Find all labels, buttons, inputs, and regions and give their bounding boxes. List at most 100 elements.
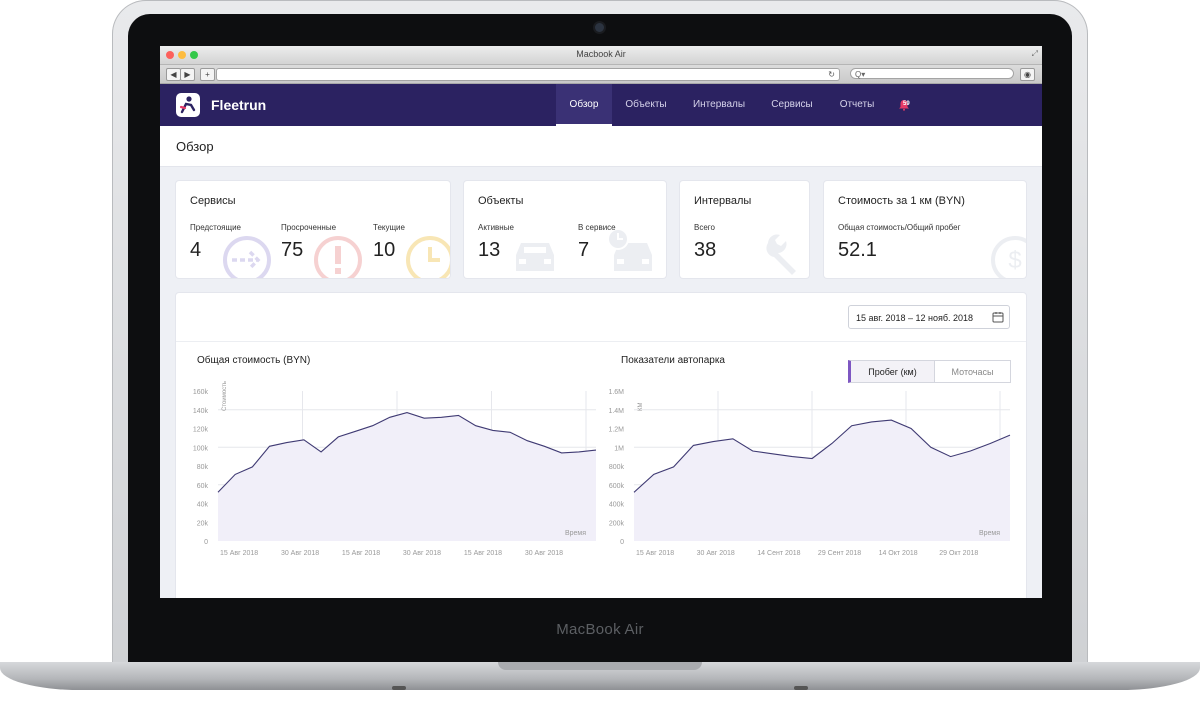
app-name[interactable]: Fleetrun bbox=[211, 97, 266, 113]
page-header: Обзор bbox=[160, 126, 1042, 167]
screen: Macbook Air ⤢ ◀ ▶ + ↻ Q▾ ◉ Fleetrun Обзо… bbox=[160, 46, 1042, 598]
nav-services[interactable]: Сервисы bbox=[764, 84, 820, 126]
laptop-foot bbox=[392, 686, 406, 690]
fleet-metrics-chart: 0 200k 400k 600k 800k 1M 1.2M 1.4M 1.6M КМ Время 15… bbox=[608, 389, 1011, 557]
total-intervals-label: Всего bbox=[694, 223, 715, 232]
upcoming-count[interactable]: 4 bbox=[190, 239, 201, 262]
x-tick-label: 15 Авг 2018 bbox=[636, 550, 674, 557]
in-service-count[interactable]: 7 bbox=[578, 239, 589, 262]
y-tick-label: 40k bbox=[197, 502, 209, 509]
y-tick-label: 1.6M bbox=[608, 389, 624, 396]
nav-overview[interactable]: Обзор bbox=[556, 84, 612, 126]
current-count[interactable]: 10 bbox=[373, 239, 395, 262]
fleetrun-logo-icon[interactable] bbox=[176, 93, 200, 117]
app-header: Fleetrun Обзор Объекты Интервалы Сервисы… bbox=[160, 84, 1042, 126]
total-intervals-count[interactable]: 38 bbox=[694, 239, 716, 262]
x-tick-label: 30 Авг 2018 bbox=[281, 550, 319, 557]
y-tick-label: 60k bbox=[197, 483, 209, 490]
new-tab-button[interactable]: + bbox=[200, 68, 215, 81]
x-tick-label: 29 Окт 2018 bbox=[939, 550, 978, 557]
date-range-picker[interactable]: 15 авг. 2018 – 12 нояб. 2018 bbox=[848, 305, 1010, 329]
chart-title-total-cost: Общая стоимость (BYN) bbox=[197, 355, 311, 366]
series-area bbox=[634, 420, 1010, 541]
dollar-circle-icon: $ bbox=[991, 236, 1026, 278]
card-title: Стоимость за 1 км (BYN) bbox=[838, 195, 965, 207]
x-axis-label: Время bbox=[565, 530, 586, 537]
y-tick-label: 160k bbox=[193, 389, 209, 396]
browser-toolbar: ◀ ▶ + ↻ Q▾ ◉ bbox=[160, 65, 1042, 84]
y-axis-label: КМ bbox=[638, 403, 644, 412]
series-area bbox=[218, 412, 596, 541]
x-tick-label: 14 Окт 2018 bbox=[879, 550, 918, 557]
alert-circle-icon bbox=[314, 236, 362, 278]
chart-title-fleet-metrics: Показатели автопарка bbox=[621, 355, 725, 366]
x-tick-label: 15 Авг 2018 bbox=[220, 550, 258, 557]
reload-icon[interactable]: ↻ bbox=[828, 69, 835, 80]
objects-summary-card[interactable]: Объекты Активные 13 В сервисе 7 bbox=[464, 181, 666, 278]
intervals-summary-card[interactable]: Интервалы Всего 38 bbox=[680, 181, 809, 278]
search-field[interactable]: Q▾ bbox=[850, 68, 1014, 79]
toggle-mileage[interactable]: Пробег (км) bbox=[848, 360, 935, 383]
downloads-button[interactable]: ◉ bbox=[1020, 68, 1035, 81]
in-service-label: В сервисе bbox=[578, 223, 616, 232]
laptop-foot bbox=[794, 686, 808, 690]
cost-per-km-value[interactable]: 52.1 bbox=[838, 239, 877, 262]
card-title: Объекты bbox=[478, 195, 524, 207]
clock-icon bbox=[406, 236, 450, 278]
y-tick-label: 0 bbox=[620, 539, 624, 546]
active-objects-count[interactable]: 13 bbox=[478, 239, 500, 262]
y-tick-label: 120k bbox=[193, 427, 209, 434]
x-tick-label: 30 Авг 2018 bbox=[525, 550, 563, 557]
y-tick-label: 800k bbox=[609, 464, 625, 471]
y-tick-label: 0 bbox=[204, 539, 208, 546]
y-tick-label: 80k bbox=[197, 464, 209, 471]
cost-per-km-card[interactable]: Стоимость за 1 км (BYN) $ Общая стоимост… bbox=[824, 181, 1026, 278]
back-button[interactable]: ◀ bbox=[166, 68, 181, 81]
nav-reports[interactable]: Отчеты bbox=[832, 84, 882, 126]
y-axis-label: Стоимость bbox=[222, 381, 228, 411]
services-summary-card[interactable]: Сервисы Предстоящие 4 Просроченные 75 Те… bbox=[176, 181, 450, 278]
x-tick-label: 15 Авг 2018 bbox=[342, 550, 380, 557]
x-tick-label: 30 Авг 2018 bbox=[403, 550, 441, 557]
x-tick-label: 30 Авг 2018 bbox=[697, 550, 735, 557]
page-title: Обзор bbox=[176, 139, 214, 154]
y-tick-label: 600k bbox=[609, 483, 625, 490]
calendar-icon[interactable] bbox=[992, 311, 1004, 323]
y-tick-label: 140k bbox=[193, 408, 209, 415]
y-tick-label: 1.4M bbox=[608, 408, 624, 415]
card-title: Сервисы bbox=[190, 195, 236, 207]
laptop-notch bbox=[498, 662, 702, 670]
date-range-value: 15 авг. 2018 – 12 нояб. 2018 bbox=[856, 313, 974, 323]
y-tick-label: 400k bbox=[609, 502, 625, 509]
current-label: Текущие bbox=[373, 223, 405, 232]
laptop-brand-label: MacBook Air bbox=[556, 621, 644, 638]
x-tick-label: 14 Сент 2018 bbox=[757, 550, 800, 557]
fullscreen-icon[interactable]: ⤢ bbox=[1032, 49, 1038, 59]
y-tick-label: 200k bbox=[609, 520, 625, 527]
arrow-right-circle-icon bbox=[223, 236, 271, 278]
x-tick-label: 15 Авг 2018 bbox=[464, 550, 502, 557]
x-tick-label: 29 Сент 2018 bbox=[818, 550, 861, 557]
wrench-icon bbox=[766, 234, 796, 275]
y-tick-label: 1.2M bbox=[608, 427, 624, 434]
address-bar[interactable]: ↻ bbox=[216, 68, 840, 81]
y-tick-label: 1M bbox=[614, 445, 624, 452]
y-tick-label: 20k bbox=[197, 520, 209, 527]
overdue-label: Просроченные bbox=[281, 223, 337, 232]
forward-button[interactable]: ▶ bbox=[180, 68, 195, 81]
nav-objects[interactable]: Объекты bbox=[619, 84, 673, 126]
browser-titlebar: Macbook Air ⤢ bbox=[160, 46, 1042, 65]
camera-icon bbox=[595, 23, 604, 32]
x-axis-label: Время bbox=[979, 530, 1000, 537]
toggle-engine-hours[interactable]: Моточасы bbox=[934, 360, 1011, 383]
overdue-count[interactable]: 75 bbox=[281, 239, 303, 262]
car-clock-icon bbox=[607, 228, 652, 271]
cost-per-km-label: Общая стоимость/Общий пробег bbox=[838, 223, 961, 232]
total-cost-chart: 0 20k 40k 60k 80k 100k 120k 140k 160k Стоимость Вр… bbox=[193, 381, 597, 557]
charts-panel: 15 авг. 2018 – 12 нояб. 2018 Общая стоим… bbox=[176, 293, 1026, 598]
svg-text:$: $ bbox=[1008, 247, 1021, 274]
nav-intervals[interactable]: Интервалы bbox=[688, 84, 750, 126]
y-tick-label: 100k bbox=[193, 445, 209, 452]
divider bbox=[176, 341, 1026, 342]
active-objects-label: Активные bbox=[478, 223, 514, 232]
